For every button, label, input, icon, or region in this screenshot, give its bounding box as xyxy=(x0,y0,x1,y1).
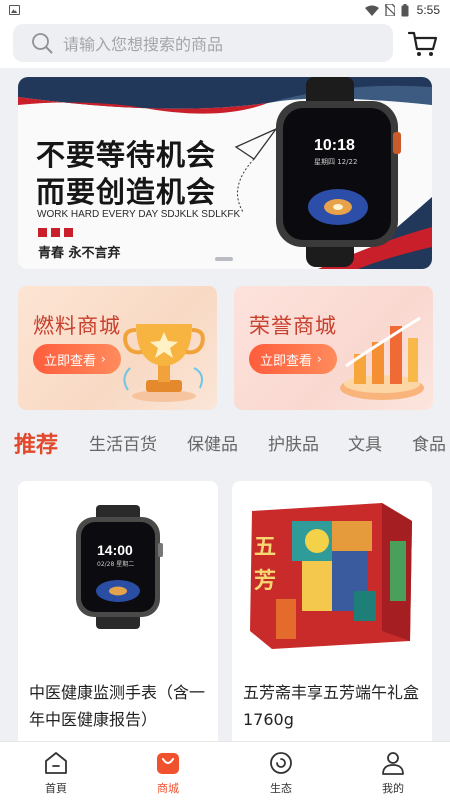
carousel-indicator xyxy=(215,257,233,261)
watch-face-time: 14:00 xyxy=(97,542,133,558)
chevron-right-icon: › xyxy=(317,352,322,366)
banner-title-line2: 而要创造机会 xyxy=(36,175,217,209)
fuel-mall-view-label: 立即查看 xyxy=(44,353,97,369)
promo-banner[interactable]: 10:18 星期四 12/22 不要等待机会 而要创造机会 WORK HARD … xyxy=(18,77,432,269)
status-bar: 5:55 xyxy=(0,0,450,20)
tab-skincare[interactable]: 护肤品 xyxy=(268,430,319,455)
banner-subtitle: WORK HARD EVERY DAY SDJKLK SDLKFK xyxy=(37,209,241,220)
nav-mall-label: 商城 xyxy=(157,782,179,795)
product-card-watch[interactable]: 14:00 02/28 星期二 中医健康监测手表（含一年中医健康报告） xyxy=(18,481,218,751)
category-tabs: 推荐 生活百货 保健品 护肤品 文具 食品 xyxy=(0,424,450,468)
fuel-mall-card[interactable]: 燃料商城 立即查看 › xyxy=(18,286,217,410)
nav-profile[interactable]: 我的 xyxy=(363,749,423,796)
search-icon xyxy=(32,33,53,54)
tab-daily-goods[interactable]: 生活百货 xyxy=(89,430,157,455)
tab-health-products[interactable]: 保健品 xyxy=(187,430,238,455)
search-input[interactable]: 请输入您想搜索的商品 xyxy=(13,24,393,62)
chevron-right-icon: › xyxy=(101,352,106,366)
banner-title-line1: 不要等待机会 xyxy=(36,138,217,172)
watch-face-date: 02/28 星期二 xyxy=(97,561,135,568)
product-name: 五芳斋丰享五芳端午礼盒1760g xyxy=(243,683,420,729)
product-image-watch xyxy=(76,505,163,629)
bottom-navigation: 首頁 商城 生态 我的 xyxy=(0,741,450,800)
banner-decoration xyxy=(38,228,73,237)
clock: 5:55 xyxy=(416,3,440,17)
product-card-gift-box[interactable]: 五芳 五芳斋丰享五芳端午礼盒1760g xyxy=(232,481,432,751)
honor-mall-card[interactable]: 荣誉商城 立即查看 › xyxy=(234,286,433,410)
header: 请输入您想搜索的商品 xyxy=(0,20,450,68)
photo-notification-icon xyxy=(9,5,20,15)
product-name: 中医健康监测手表（含一年中医健康报告） xyxy=(29,683,206,729)
trophy-icon xyxy=(123,324,205,402)
wifi-icon xyxy=(364,5,379,16)
cart-button[interactable] xyxy=(407,28,439,60)
shopping-bag-icon xyxy=(157,753,179,774)
user-icon xyxy=(382,752,404,775)
bar-chart-icon xyxy=(340,316,424,400)
gift-box-brand-text: 五芳 xyxy=(254,535,277,594)
battery-icon xyxy=(401,3,409,16)
fuel-mall-title: 燃料商城 xyxy=(33,314,121,338)
watch-face-time: 10:18 xyxy=(314,137,355,154)
watch-face-date: 星期四 12/22 xyxy=(314,158,358,166)
nav-ecology-label: 生态 xyxy=(270,782,292,795)
nav-profile-label: 我的 xyxy=(382,782,404,795)
nav-home[interactable]: 首頁 xyxy=(26,749,86,796)
fuel-mall-view-button[interactable]: 立即查看 › xyxy=(33,344,121,374)
nav-home-label: 首頁 xyxy=(45,782,67,795)
no-sim-icon xyxy=(384,4,395,16)
banner-slogan: 青春 永不言弃 xyxy=(38,246,121,261)
honor-mall-view-label: 立即查看 xyxy=(260,353,313,369)
cart-icon xyxy=(408,31,438,56)
honor-mall-title: 荣誉商城 xyxy=(249,314,337,338)
home-icon xyxy=(45,752,67,774)
tab-food[interactable]: 食品 xyxy=(412,430,446,455)
search-placeholder: 请输入您想搜索的商品 xyxy=(63,35,224,54)
tab-recommend[interactable]: 推荐 xyxy=(14,427,58,459)
nav-mall[interactable]: 商城 xyxy=(138,749,198,796)
nav-ecology[interactable]: 生态 xyxy=(251,749,311,796)
honor-mall-view-button[interactable]: 立即查看 › xyxy=(249,344,337,374)
ecology-icon xyxy=(270,752,292,774)
tab-stationery[interactable]: 文具 xyxy=(348,430,382,455)
